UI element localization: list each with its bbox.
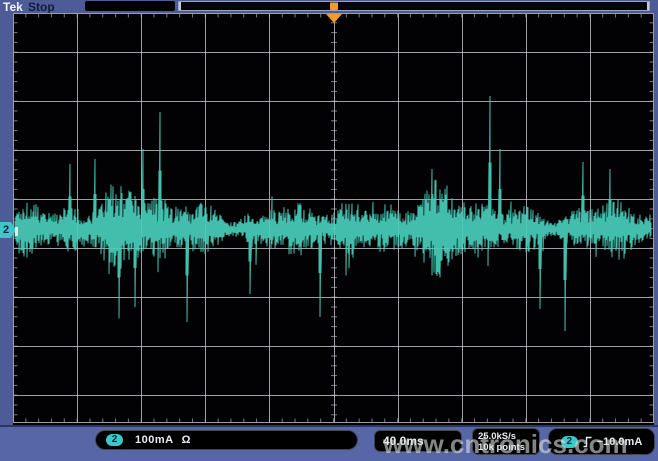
rising-edge-icon bbox=[583, 436, 592, 448]
sample-rate: 25.0kS/s bbox=[478, 431, 516, 442]
acq-bar-right-bracket-icon bbox=[647, 2, 649, 10]
channel2-waveform bbox=[15, 96, 651, 331]
graticule-area bbox=[13, 13, 654, 425]
oscilloscope-screen: Tek Stop 2 2 100mA Ω 40.0ms 25.0kS/s 10k… bbox=[0, 0, 658, 461]
horizontal-scale-readout: 40.0ms bbox=[374, 430, 462, 452]
trigger-source-badge: 2 bbox=[561, 436, 578, 448]
channel2-badge: 2 bbox=[106, 434, 123, 446]
trigger-position-marker-icon bbox=[330, 2, 338, 10]
channel2-readout: 2 100mA Ω bbox=[95, 430, 358, 450]
channel2-ground-tick-icon bbox=[15, 227, 18, 236]
trigger-position-triangle-icon bbox=[326, 14, 342, 23]
channel2-scale: 100mA bbox=[135, 434, 174, 446]
record-length: 10k points bbox=[478, 442, 525, 453]
top-readout-blank bbox=[85, 1, 175, 11]
status-bar: 2 100mA Ω 40.0ms 25.0kS/s 10k points 2 −… bbox=[0, 425, 658, 461]
acq-bar-left-bracket-icon bbox=[179, 2, 181, 10]
acquisition-preview-bar bbox=[178, 1, 650, 11]
trigger-level: −10.0mA bbox=[597, 436, 643, 448]
channel2-impedance: Ω bbox=[182, 434, 191, 446]
trigger-readout: 2 −10.0mA bbox=[548, 428, 655, 455]
acquisition-readout: 25.0kS/s 10k points bbox=[472, 428, 540, 455]
horizontal-scale: 40.0ms bbox=[383, 434, 424, 448]
tek-logo: Tek bbox=[3, 0, 23, 14]
acquisition-status: Stop bbox=[28, 0, 55, 14]
graticule-svg bbox=[13, 13, 654, 425]
